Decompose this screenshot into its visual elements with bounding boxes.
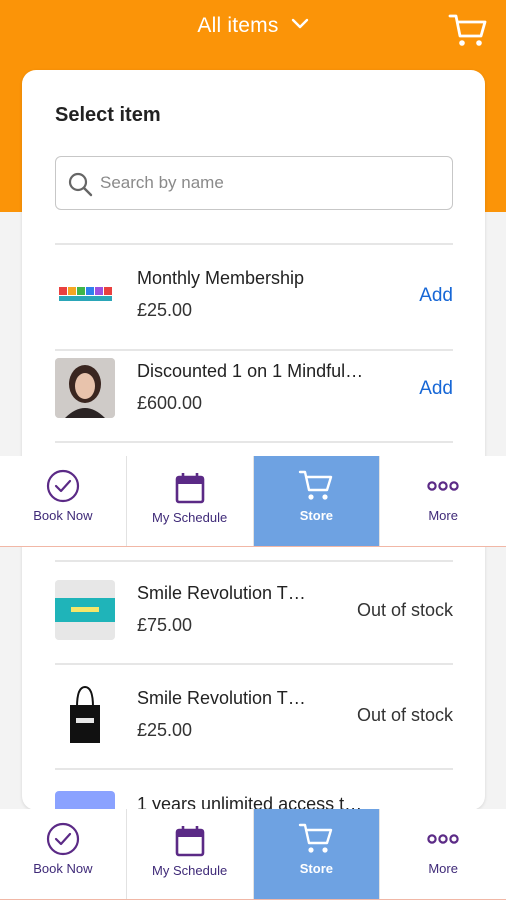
search-icon <box>68 172 93 197</box>
item-price: £25.00 <box>137 720 193 740</box>
item-price: £75.00 <box>137 615 193 635</box>
list-item[interactable]: Discounted 1 on 1 Mindful… £600.00 Add <box>55 343 453 435</box>
list-item[interactable]: Monthly Membership £25.00 Add <box>55 250 453 342</box>
add-button[interactable]: Add <box>419 285 453 307</box>
category-dropdown[interactable]: All items <box>0 14 506 38</box>
portrait-photo <box>55 358 115 418</box>
add-button[interactable]: Add <box>419 378 453 400</box>
cart-icon <box>299 470 333 500</box>
tab-more[interactable]: More <box>380 809 506 899</box>
item-name: Smile Revolution T… <box>137 583 306 603</box>
out-of-stock-label: Out of stock <box>356 600 453 620</box>
list-divider <box>55 243 453 245</box>
tote-bag-image <box>55 685 115 745</box>
check-circle-icon <box>46 469 79 503</box>
calendar-icon <box>175 473 204 504</box>
search-box[interactable] <box>55 156 453 210</box>
tab-label: My Schedule <box>152 510 228 525</box>
check-circle-icon <box>46 822 79 856</box>
item-price: £600.00 <box>137 393 203 413</box>
cart-icon <box>299 823 333 853</box>
item-name: Monthly Membership <box>137 268 305 288</box>
tab-book-now[interactable]: Book Now <box>0 809 127 899</box>
tab-label: More <box>428 508 458 523</box>
calendar-icon <box>175 826 204 857</box>
item-price: £25.00 <box>137 300 193 320</box>
tab-my-schedule[interactable]: My Schedule <box>127 809 254 899</box>
list-item[interactable]: Smile Revolution T… £25.00 Out of stock <box>55 670 453 762</box>
teal-product-image <box>55 580 115 640</box>
tab-label: Book Now <box>33 508 93 523</box>
tab-my-schedule[interactable]: My Schedule <box>127 456 254 546</box>
more-dots-icon <box>427 834 459 844</box>
tab-label: More <box>428 861 458 876</box>
list-divider <box>55 560 453 562</box>
category-dropdown-label: All items <box>197 14 279 37</box>
tab-label: Book Now <box>33 861 93 876</box>
item-name: Discounted 1 on 1 Mindful… <box>137 361 364 381</box>
tab-label: Store <box>299 861 333 876</box>
list-divider <box>55 768 453 770</box>
list-divider <box>55 663 453 665</box>
bottom-tab-bar: Book Now My Schedule Store More <box>0 809 506 900</box>
cart-icon[interactable] <box>448 12 488 48</box>
item-name: Smile Revolution T… <box>137 688 306 708</box>
search-input[interactable] <box>100 169 440 197</box>
list-item[interactable]: Smile Revolution T… £75.00 Out of stock <box>55 565 453 657</box>
tab-label: Store <box>299 508 333 523</box>
smile-revolution-logo <box>55 265 115 325</box>
out-of-stock-label: Out of stock <box>356 705 453 725</box>
bottom-tab-bar: Book Now My Schedule Store More <box>0 456 506 547</box>
tab-store[interactable]: Store <box>253 809 381 899</box>
more-dots-icon <box>427 481 459 491</box>
chevron-down-icon <box>291 19 308 29</box>
tab-store[interactable]: Store <box>253 456 381 546</box>
tab-label: My Schedule <box>152 863 228 878</box>
tab-more[interactable]: More <box>380 456 506 546</box>
select-item-panel: Select item Monthly Membership £25.00 Ad… <box>22 70 485 851</box>
panel-title: Select item <box>55 104 161 126</box>
list-divider <box>55 441 453 443</box>
tab-book-now[interactable]: Book Now <box>0 456 127 546</box>
